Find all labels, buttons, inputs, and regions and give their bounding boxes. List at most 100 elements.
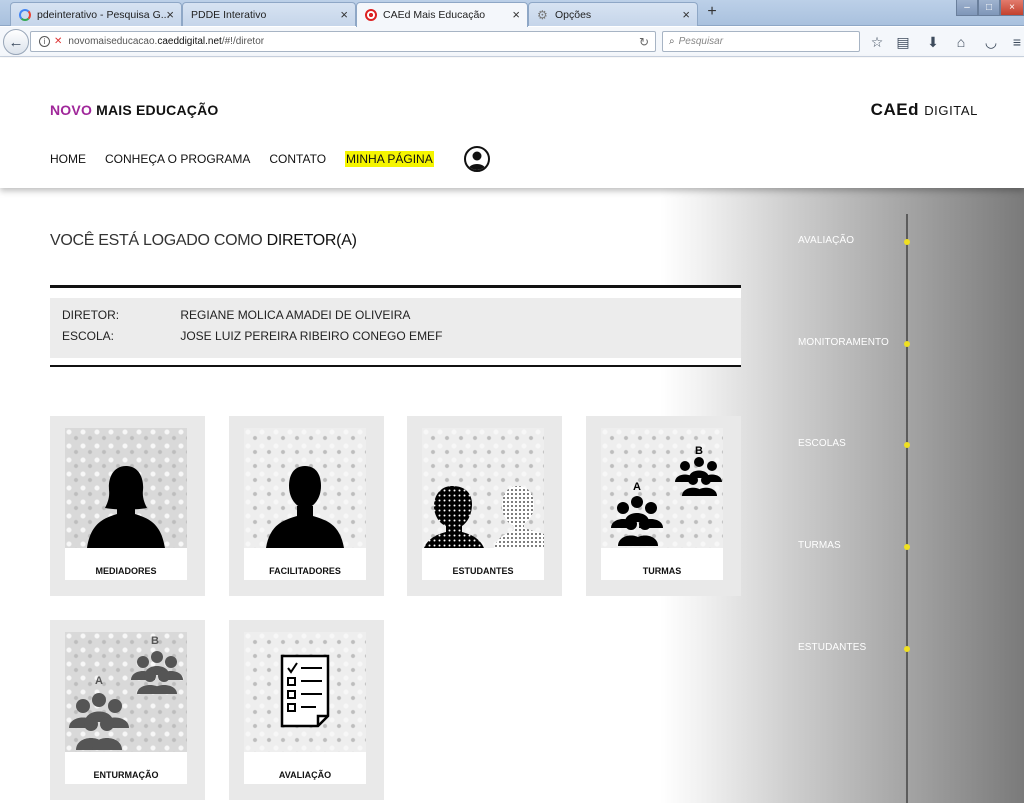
search-placeholder: Pesquisar [678, 36, 724, 47]
card-inner: A B TURMAS [601, 428, 723, 580]
timeline-item-escolas[interactable]: ESCOLAS [798, 438, 846, 449]
svg-text:B: B [695, 445, 703, 457]
tab-title: Opções [555, 8, 592, 21]
main-menu: HOME CONHEÇA O PROGRAMA CONTATO MINHA PÁ… [50, 146, 490, 172]
site-logo[interactable]: NOVO MAIS EDUCAÇÃO [50, 102, 219, 118]
minimize-button[interactable]: – [956, 0, 978, 16]
main-content: AVALIAÇÃO MONITORAMENTO ESCOLAS TURMAS E… [0, 188, 1024, 803]
menu-minha-pagina[interactable]: MINHA PÁGINA [345, 151, 434, 167]
timeline-item-monitoramento[interactable]: MONITORAMENTO [798, 337, 889, 348]
arrow-left-icon: ← [8, 33, 24, 51]
caed-light: DIGITAL [924, 103, 978, 118]
timeline-item-avaliacao[interactable]: AVALIAÇÃO [798, 235, 854, 246]
tab-pdde-interativo[interactable]: PDDE Interativo × [182, 2, 356, 26]
timeline-line [906, 214, 908, 803]
groups-icon: A B [611, 445, 722, 546]
card-mediadores[interactable]: MEDIADORES [50, 416, 205, 596]
card-inner: AVALIAÇÃO [244, 632, 366, 784]
info-icon[interactable]: i [39, 36, 50, 47]
caed-digital-logo: CAEd DIGITAL [871, 100, 978, 120]
brand-novo: NOVO [50, 102, 93, 118]
maximize-button[interactable]: □ [978, 0, 1000, 16]
user-profile-icon[interactable] [463, 146, 490, 172]
caed-bold: CAEd [870, 100, 919, 119]
card-inner: A B ENTURMAÇÃO [65, 632, 187, 784]
students-silhouette-icon [424, 486, 544, 548]
tab-title: CAEd Mais Educação [383, 9, 486, 21]
record-icon [365, 9, 377, 21]
new-tab-button[interactable]: + [702, 3, 722, 21]
timeline-item-estudantes[interactable]: ESTUDANTES [798, 642, 866, 653]
user-silhouette-icon [467, 151, 486, 170]
timeline-item-turmas[interactable]: TURMAS [798, 540, 841, 551]
timeline-dot [904, 341, 910, 347]
user-info-box: DIRETOR: REGIANE MOLICA AMADEI DE OLIVEI… [50, 285, 741, 367]
download-icon[interactable]: ⬇ [924, 33, 942, 51]
search-input[interactable]: ⌕ Pesquisar [662, 31, 860, 52]
logged-prefix: VOCÊ ESTÁ LOGADO COMO [50, 232, 263, 249]
close-icon[interactable]: × [166, 7, 174, 22]
card-label: TURMAS [642, 566, 682, 576]
menu-icon[interactable]: ≡ [1008, 33, 1024, 51]
tab-caed-mais-educacao[interactable]: CAEd Mais Educação × [356, 2, 528, 27]
timeline-dot [904, 239, 910, 245]
gear-icon: ⚙ [537, 7, 548, 22]
card-label: FACILITADORES [269, 566, 341, 576]
close-icon[interactable]: × [340, 7, 348, 22]
director-value: REGIANE MOLICA AMADEI DE OLIVEIRA [180, 308, 411, 322]
svg-text:A: A [95, 675, 103, 687]
card-estudantes[interactable]: ESTUDANTES [407, 416, 562, 596]
card-label: ESTUDANTES [452, 566, 514, 576]
bookmarks-list-icon[interactable]: ▤ [894, 33, 912, 51]
back-button[interactable]: ← [3, 29, 29, 55]
school-label: ESCOLA: [62, 329, 115, 343]
school-row: ESCOLA: JOSE LUIZ PEREIRA RIBEIRO CONEGO… [62, 329, 442, 343]
close-icon[interactable]: × [512, 7, 520, 22]
card-label: MEDIADORES [95, 566, 157, 576]
url-domain: caeddigital.net [157, 36, 222, 47]
url-prefix: novomaiseducacao. [68, 36, 158, 47]
timeline-dot [904, 442, 910, 448]
card-inner: FACILITADORES [244, 428, 366, 580]
pocket-icon[interactable]: ◡ [982, 33, 1000, 51]
logged-role: DIRETOR(A) [266, 232, 357, 249]
close-window-button[interactable]: × [1000, 0, 1024, 16]
tab-title: PDDE Interativo [191, 8, 267, 21]
tab-title: pdeinterativo - Pesquisa G... [37, 8, 170, 21]
menu-conheca-programa[interactable]: CONHEÇA O PROGRAMA [105, 152, 250, 166]
director-label: DIRETOR: [62, 308, 120, 322]
home-icon[interactable]: ⌂ [952, 33, 970, 51]
menu-home[interactable]: HOME [50, 152, 86, 166]
card-inner: MEDIADORES [65, 428, 187, 580]
tab-opcoes[interactable]: ⚙ Opções × [528, 2, 698, 26]
svg-text:B: B [151, 635, 159, 647]
class-assignment-icon: A B [69, 635, 183, 750]
checklist-icon [280, 654, 330, 728]
brand-name: MAIS EDUCAÇÃO [96, 102, 219, 118]
tab-pdeinterativo-search[interactable]: pdeinterativo - Pesquisa G... × [10, 2, 182, 26]
card-label: ENTURMAÇÃO [93, 770, 159, 780]
card-inner: ESTUDANTES [422, 428, 544, 580]
google-icon [19, 8, 31, 21]
card-turmas[interactable]: A B TURMAS [586, 416, 741, 596]
browser-nav-bar: ← i ✕ novomaiseducacao. caeddigital.net/#… [0, 27, 1024, 57]
bookmark-star-icon[interactable]: ☆ [868, 33, 886, 51]
timeline-dot [904, 646, 910, 652]
timeline-dot [904, 544, 910, 550]
school-value: JOSE LUIZ PEREIRA RIBEIRO CONEGO EMEF [180, 329, 443, 343]
svg-text:A: A [633, 481, 641, 493]
shield-icon[interactable]: ✕ [54, 36, 62, 47]
reload-icon[interactable]: ↻ [639, 35, 649, 49]
browser-tab-bar: pdeinterativo - Pesquisa G... × PDDE Int… [0, 0, 1024, 27]
card-avaliacao[interactable]: AVALIAÇÃO [229, 620, 384, 800]
card-enturmacao[interactable]: A B ENTURMAÇÃO [50, 620, 205, 800]
director-row: DIRETOR: REGIANE MOLICA AMADEI DE OLIVEI… [62, 308, 410, 322]
page-title: VOCÊ ESTÁ LOGADO COMO DIRETOR(A) [50, 232, 357, 250]
male-silhouette-icon [266, 466, 344, 548]
card-facilitadores[interactable]: FACILITADORES [229, 416, 384, 596]
menu-contato[interactable]: CONTATO [269, 152, 326, 166]
address-bar[interactable]: i ✕ novomaiseducacao. caeddigital.net/#!/… [30, 31, 656, 52]
female-silhouette-icon [87, 466, 165, 548]
close-icon[interactable]: × [682, 7, 690, 22]
card-label: AVALIAÇÃO [278, 770, 332, 780]
